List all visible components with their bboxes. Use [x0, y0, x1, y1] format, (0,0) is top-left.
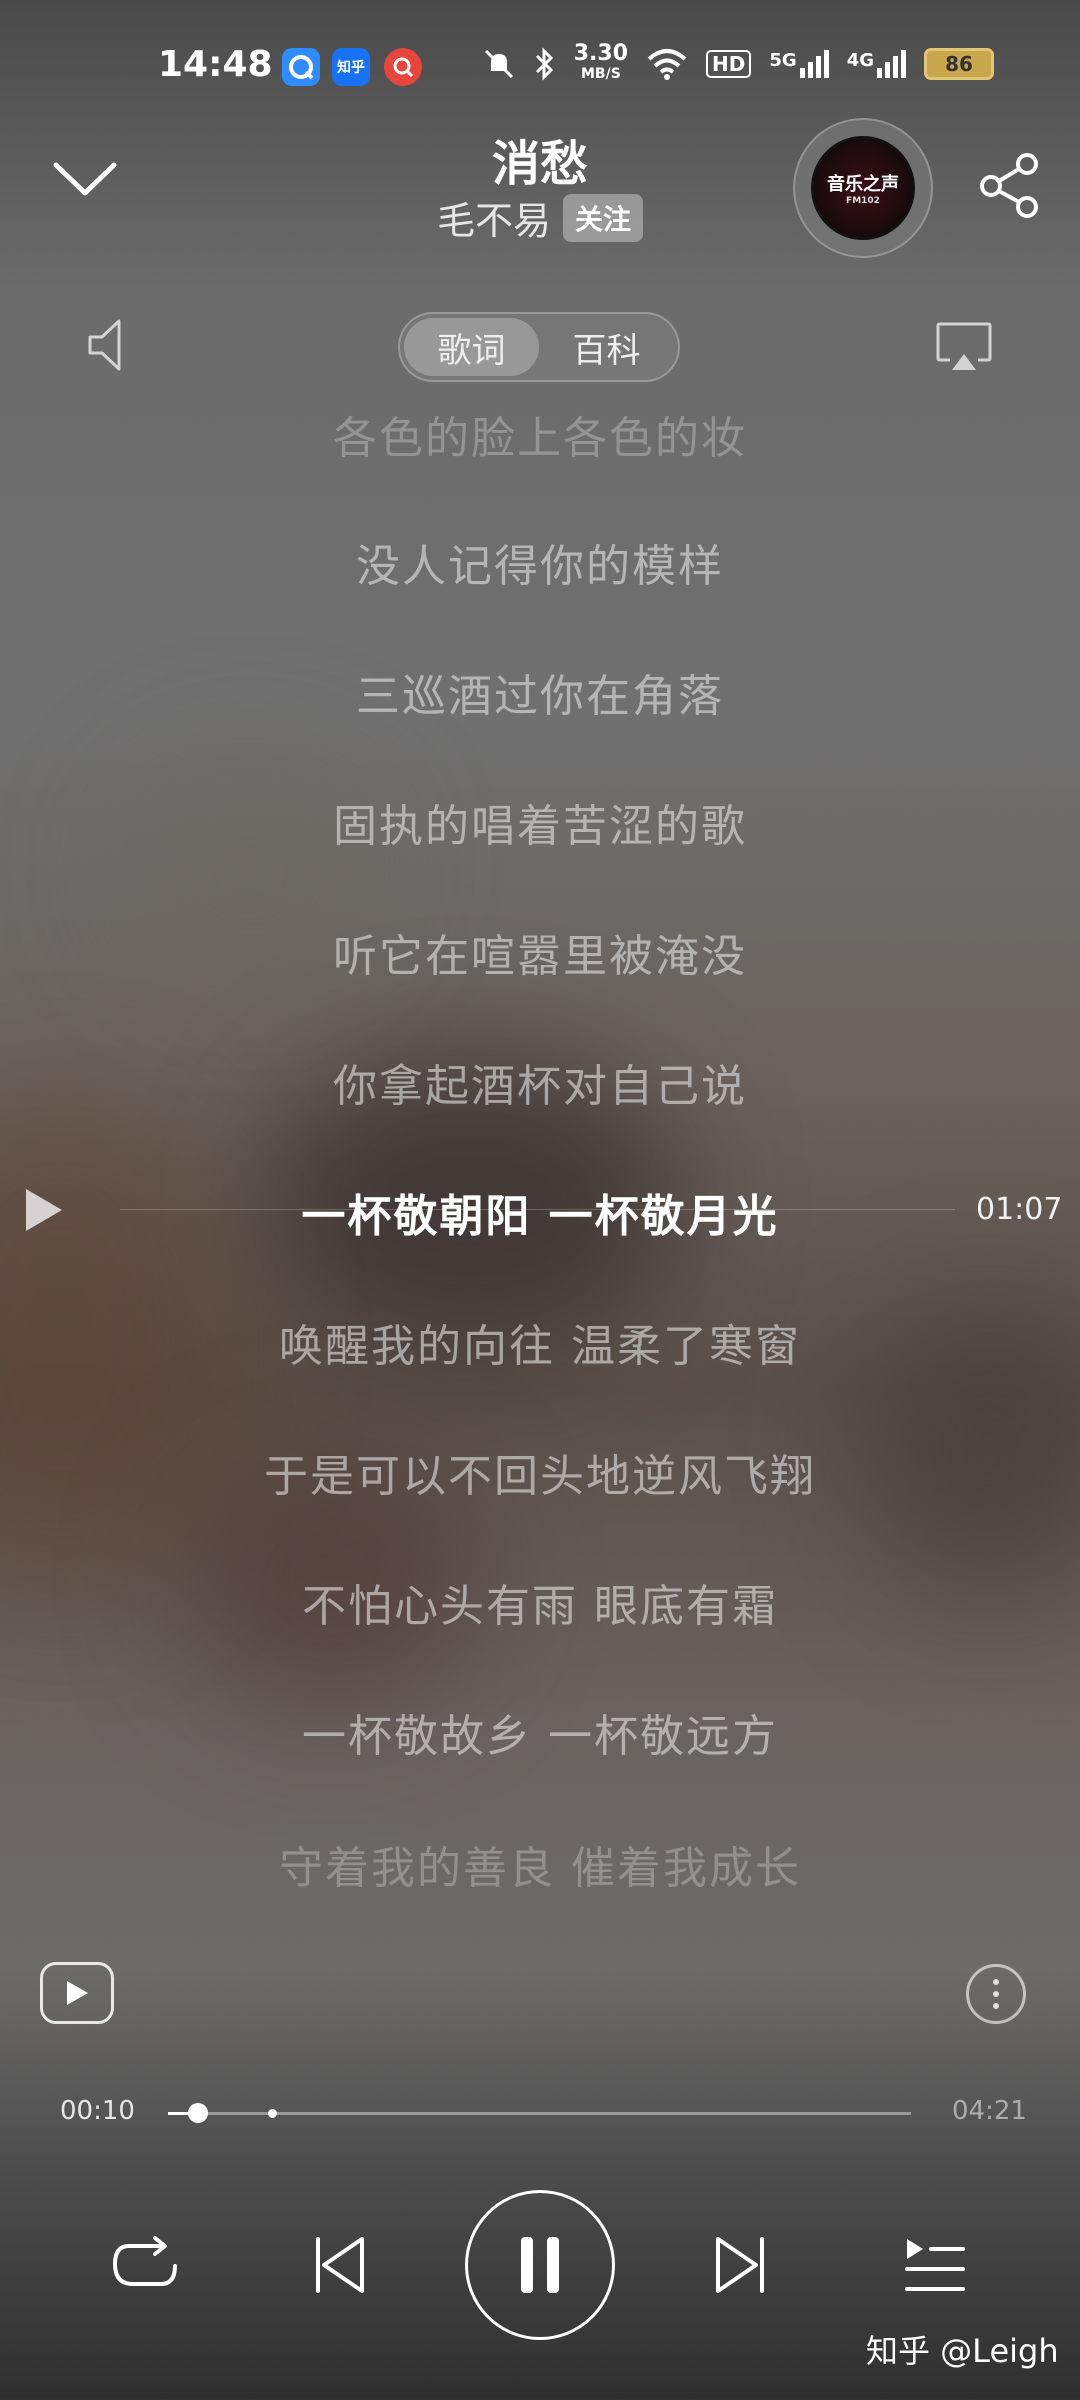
- lyric-line-current[interactable]: 一杯敬朝阳 一杯敬月光: [0, 1180, 1080, 1244]
- zhihu-icon: 知乎: [332, 48, 370, 86]
- lyric-line[interactable]: 固执的唱着苦涩的歌: [0, 790, 1080, 854]
- lyric-line[interactable]: 三巡酒过你在角落: [0, 660, 1080, 724]
- disc-sub: FM102: [846, 196, 880, 206]
- previous-icon: [316, 2237, 364, 2293]
- next-icon: [716, 2237, 764, 2293]
- video-play-button[interactable]: [40, 1962, 114, 2024]
- net-speed-value: 3.30: [573, 41, 629, 66]
- signal-5g: 5G: [769, 50, 829, 78]
- dot-icon: [993, 1991, 999, 1997]
- share-icon[interactable]: [975, 150, 1045, 220]
- lyric-line[interactable]: 听它在喧嚣里被淹没: [0, 920, 1080, 984]
- status-bar: 14:48 知乎 3.30 MB/S HD 5G 4G 86: [0, 0, 1080, 130]
- next-button[interactable]: [700, 2225, 780, 2305]
- cast-icon[interactable]: [935, 320, 993, 372]
- mute-icon: [484, 49, 513, 79]
- pause-icon: [521, 2237, 559, 2293]
- status-indicators: 3.30 MB/S HD 5G 4G 86: [482, 41, 994, 84]
- lyric-line[interactable]: 各色的脸上各色的妆: [0, 402, 1080, 466]
- lyric-line[interactable]: 你拿起酒杯对自己说: [0, 1050, 1080, 1114]
- wifi-icon: [647, 49, 687, 80]
- lyric-line[interactable]: 于是可以不回头地逆风飞翔: [0, 1440, 1080, 1504]
- net-speed: 3.30 MB/S: [573, 41, 629, 84]
- playlist-icon: [905, 2239, 965, 2291]
- status-time: 14:48: [158, 44, 273, 85]
- artist-name[interactable]: 毛不易: [437, 190, 551, 245]
- battery-icon: 86: [924, 48, 994, 80]
- repeat-icon: [112, 2236, 177, 2286]
- lyric-line[interactable]: 不怕心头有雨 眼底有霜: [0, 1570, 1080, 1634]
- radio-disc-button[interactable]: 音乐之声 FM102: [793, 118, 933, 258]
- tab-lyrics[interactable]: 歌词: [404, 318, 539, 376]
- dot-icon: [993, 2003, 999, 2009]
- signal-4g-label: 4G: [846, 50, 874, 71]
- tab-encyclopedia[interactable]: 百科: [539, 318, 674, 376]
- progress-bar[interactable]: [168, 2103, 911, 2123]
- signal-4g: 4G: [847, 50, 906, 78]
- dot-icon: [993, 1979, 999, 1985]
- repeat-button[interactable]: [105, 2225, 185, 2305]
- qq-browser-icon: [282, 48, 320, 86]
- pause-button[interactable]: [465, 2190, 615, 2340]
- bluetooth-icon: [535, 47, 553, 81]
- watermark: 知乎 @Leigh: [866, 2332, 1059, 2370]
- signal-5g-label: 5G: [769, 50, 797, 71]
- previous-button[interactable]: [300, 2225, 380, 2305]
- disc-label: 音乐之声: [827, 174, 899, 195]
- current-time: 00:10: [60, 2096, 135, 2126]
- lyrics-tabs: 歌词 百科: [398, 312, 680, 382]
- lyric-seek-time: 01:07: [976, 1192, 1063, 1227]
- playlist-button[interactable]: [895, 2225, 975, 2305]
- battery-level: 86: [945, 52, 973, 76]
- search-app-icon: [384, 48, 422, 86]
- lyric-line[interactable]: 没人记得你的模样: [0, 530, 1080, 594]
- follow-button[interactable]: 关注: [563, 193, 644, 242]
- hd-badge: HD: [706, 50, 752, 78]
- disc-cover: 音乐之声 FM102: [811, 136, 915, 240]
- lyric-line[interactable]: 一杯敬故乡 一杯敬远方: [0, 1700, 1080, 1764]
- speaker-icon[interactable]: [85, 315, 135, 375]
- total-time: 04:21: [952, 2096, 1027, 2126]
- buffer-marker: [268, 2109, 278, 2118]
- net-speed-unit: MB/S: [580, 66, 621, 82]
- play-icon: [67, 1981, 88, 2005]
- progress-knob[interactable]: [187, 2103, 208, 2123]
- more-options-button[interactable]: [966, 1964, 1026, 2024]
- lyric-line[interactable]: 守着我的善良 催着我成长: [0, 1832, 1080, 1896]
- lyric-line[interactable]: 唤醒我的向往 温柔了寒窗: [0, 1310, 1080, 1374]
